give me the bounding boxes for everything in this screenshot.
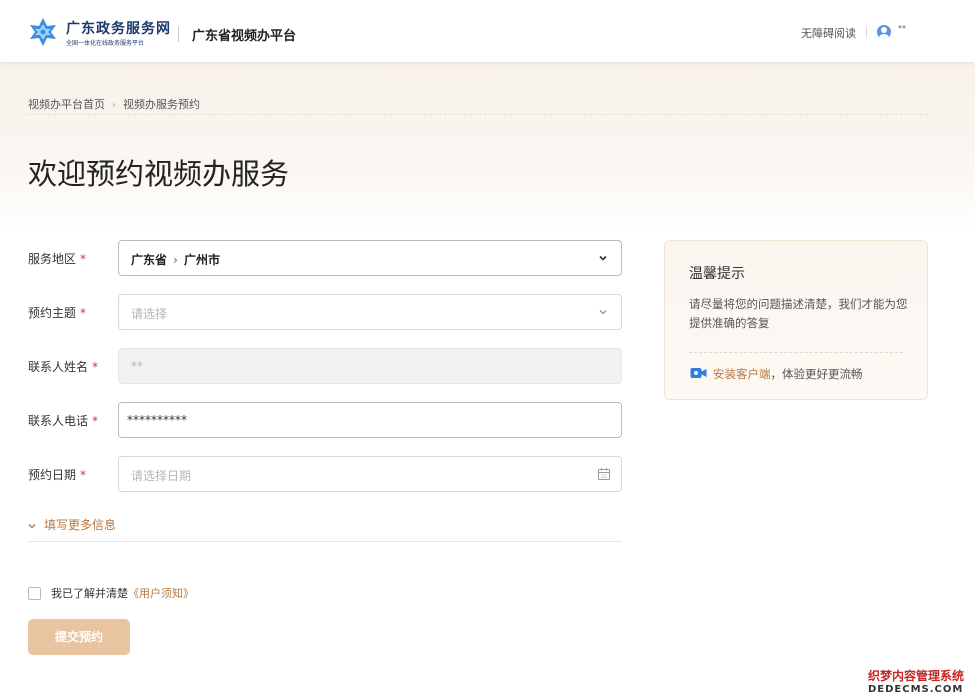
required-mark: *: [92, 360, 99, 374]
breadcrumb-divider: [28, 114, 928, 115]
required-mark: *: [92, 414, 99, 428]
required-mark: *: [80, 306, 87, 320]
video-camera-icon: [690, 368, 707, 378]
install-client-suffix: ，体验更好更流畅: [770, 367, 863, 381]
breadcrumb-home-link[interactable]: 视频办平台首页: [28, 98, 105, 111]
contact-phone-label-text: 联系人电话: [28, 414, 89, 428]
contact-name-label: 联系人姓名 *: [28, 358, 98, 375]
agree-text: 我已了解并清楚《用户须知》: [51, 585, 194, 601]
contact-phone-label: 联系人电话 *: [28, 412, 98, 429]
contact-phone-value: **********: [127, 413, 187, 427]
hero-background: [0, 62, 975, 232]
tips-divider: [689, 352, 903, 353]
topic-label-text: 预约主题: [28, 306, 77, 320]
region-province: 广东省: [131, 253, 168, 267]
breadcrumb-separator-icon: ›: [112, 100, 116, 111]
region-label-text: 服务地区: [28, 252, 77, 266]
chevron-down-icon: [28, 521, 36, 532]
watermark: 织梦内容管理系统 DEDECMS.COM: [864, 664, 975, 700]
page-title: 欢迎预约视频办服务: [28, 157, 290, 191]
required-mark: *: [80, 468, 87, 482]
region-select[interactable]: 广东省 › 广州市: [118, 240, 622, 276]
calendar-icon[interactable]: [597, 467, 611, 481]
region-value: 广东省 › 广州市: [131, 251, 220, 268]
watermark-line2: DEDECMS.COM: [868, 684, 964, 695]
breadcrumb-current: 视频办服务预约: [123, 98, 200, 111]
top-header: 广东政务服务网 全国一体化在线政务服务平台 广东省视频办平台 无障碍阅读 **: [0, 0, 975, 62]
contact-name-value: **: [131, 359, 143, 373]
brand-divider: [178, 26, 179, 42]
user-notice-link[interactable]: 《用户须知》: [128, 587, 194, 600]
header-divider: [866, 26, 867, 38]
submit-button[interactable]: 提交预约: [28, 619, 130, 655]
region-city: 广州市: [183, 253, 220, 267]
tips-card: 温馨提示 请尽量将您的问题描述清楚，我们才能为您提供准确的答复 安装客户端，体验…: [664, 240, 928, 400]
platform-title[interactable]: 广东省视频办平台: [192, 25, 296, 44]
user-avatar-icon[interactable]: [877, 25, 891, 39]
region-separator-icon: ›: [173, 253, 178, 267]
contact-phone-field[interactable]: **********: [118, 402, 622, 438]
date-label-text: 预约日期: [28, 468, 77, 482]
breadcrumb: 视频办平台首页 › 视频办服务预约: [28, 96, 200, 112]
brand-name[interactable]: 广东政务服务网: [66, 18, 171, 38]
tips-body: 请尽量将您的问题描述清楚，我们才能为您提供准确的答复: [689, 297, 908, 330]
required-mark: *: [80, 252, 87, 266]
topic-placeholder: 请选择: [131, 307, 168, 321]
tips-title: 温馨提示: [689, 266, 745, 282]
more-info-divider: [28, 541, 622, 542]
more-info-label: 填写更多信息: [44, 518, 117, 532]
chevron-down-icon: [599, 255, 607, 261]
topic-label: 预约主题 *: [28, 304, 86, 321]
more-info-toggle[interactable]: 填写更多信息: [28, 516, 116, 533]
agree-label: 我已了解并清楚: [51, 587, 128, 600]
brand-subtitle: 全国一体化在线政务服务平台: [66, 40, 145, 47]
accessibility-reading-link[interactable]: 无障碍阅读: [801, 25, 856, 41]
install-client-link[interactable]: 安装客户端: [713, 367, 771, 381]
contact-name-label-text: 联系人姓名: [28, 360, 89, 374]
date-placeholder: 请选择日期: [131, 469, 192, 483]
date-label: 预约日期 *: [28, 466, 86, 483]
date-picker[interactable]: 请选择日期: [118, 456, 622, 492]
contact-name-field: **: [118, 348, 622, 384]
watermark-line1: 织梦内容管理系统: [868, 669, 965, 683]
guangdong-gov-logo-icon[interactable]: [28, 17, 58, 47]
agree-checkbox[interactable]: [28, 587, 41, 600]
install-client-text: 安装客户端，体验更好更流畅: [713, 366, 863, 382]
topic-select[interactable]: 请选择: [118, 294, 622, 330]
region-label: 服务地区 *: [28, 250, 86, 267]
user-name[interactable]: **: [898, 24, 906, 33]
chevron-down-icon: [599, 310, 607, 315]
